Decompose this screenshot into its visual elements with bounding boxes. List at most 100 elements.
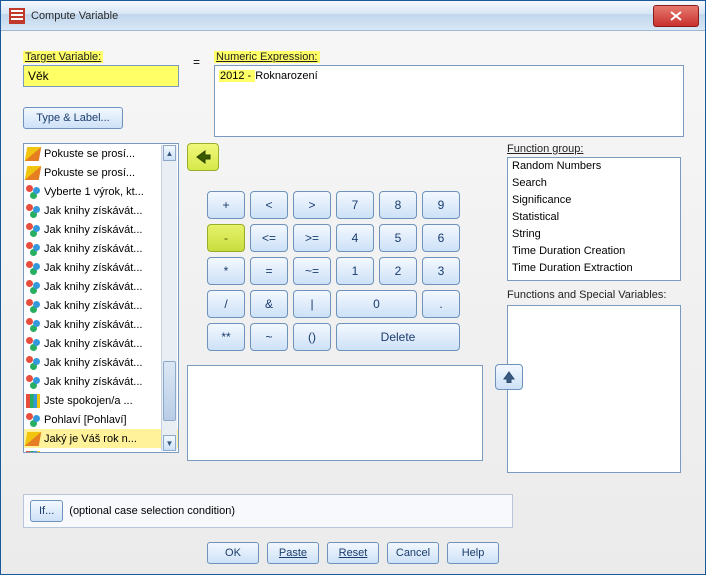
nominal-icon <box>26 242 40 256</box>
nominal-icon <box>26 375 40 389</box>
function-group-item[interactable]: Random Numbers <box>508 158 680 175</box>
variable-item[interactable]: Jaké je Vaše vzd... <box>24 448 178 453</box>
variable-item[interactable]: Jak knihy získávát... <box>24 372 178 391</box>
function-group-item[interactable]: Time Duration Creation <box>508 243 680 260</box>
variable-label: Jak knihy získávát... <box>44 262 142 274</box>
close-icon <box>670 11 682 21</box>
keypad-key-opop[interactable]: ** <box>207 323 245 351</box>
variable-label: Jaké je Vaše vzd... <box>44 452 136 454</box>
keypad-key-op[interactable]: < <box>250 191 288 219</box>
insert-function-button[interactable] <box>495 364 523 390</box>
close-button[interactable] <box>653 5 699 27</box>
scroll-down-icon[interactable]: ▼ <box>163 435 176 451</box>
keypad-key-8[interactable]: 8 <box>379 191 417 219</box>
title-bar[interactable]: Compute Variable <box>1 1 705 31</box>
variable-item[interactable]: Pokuste se prosí... <box>24 163 178 182</box>
function-group-item[interactable]: Search <box>508 175 680 192</box>
paste-button[interactable]: Paste <box>267 542 319 564</box>
target-variable-input[interactable] <box>23 65 179 87</box>
variable-item[interactable]: Jak knihy získávát... <box>24 239 178 258</box>
function-group-list[interactable]: Random NumbersSearchSignificanceStatisti… <box>507 157 681 281</box>
nominal-icon <box>26 299 40 313</box>
variable-label: Jak knihy získávát... <box>44 338 142 350</box>
keypad-key-opop[interactable]: () <box>293 323 331 351</box>
keypad-key-op[interactable]: | <box>293 290 331 318</box>
keypad-key-2[interactable]: 2 <box>379 257 417 285</box>
pencil-icon <box>25 432 41 446</box>
keypad-key-op[interactable]: - <box>207 224 245 252</box>
pencil-icon <box>25 166 41 180</box>
ok-button[interactable]: OK <box>207 542 259 564</box>
keypad-key-Delete[interactable]: Delete <box>336 323 460 351</box>
variable-label: Jak knihy získávát... <box>44 281 142 293</box>
variable-list[interactable]: Pokuste se prosí...Pokuste se prosí...Vy… <box>23 143 179 453</box>
variable-item[interactable]: Jak knihy získávát... <box>24 315 178 334</box>
scroll-up-icon[interactable]: ▲ <box>163 145 176 161</box>
keypad-key-0[interactable]: 0 <box>336 290 417 318</box>
if-condition-text: (optional case selection condition) <box>69 505 235 517</box>
variable-item[interactable]: Pokuste se prosí... <box>24 144 178 163</box>
keypad-key-op[interactable]: & <box>250 290 288 318</box>
function-group-item[interactable]: Time Duration Extraction <box>508 260 680 277</box>
nominal-icon <box>26 356 40 370</box>
app-icon <box>9 8 25 24</box>
variable-list-scrollbar[interactable]: ▲ ▼ <box>161 145 177 451</box>
keypad-key-5[interactable]: 5 <box>379 224 417 252</box>
keypad-key-1[interactable]: 1 <box>336 257 374 285</box>
type-and-label-button[interactable]: Type & Label... <box>23 107 123 129</box>
variable-item[interactable]: Jaký je Váš rok n... <box>24 429 178 448</box>
keypad-key-opop[interactable]: >= <box>293 224 331 252</box>
keypad-key-4[interactable]: 4 <box>336 224 374 252</box>
keypad-key-op[interactable]: . <box>422 290 460 318</box>
if-button[interactable]: If... <box>30 500 63 522</box>
variable-label: Pokuste se prosí... <box>44 148 135 160</box>
keypad-key-9[interactable]: 9 <box>422 191 460 219</box>
nominal-icon <box>26 337 40 351</box>
dialog-button-row: OK Paste Reset Cancel Help <box>1 542 705 564</box>
target-variable-label: Target Variable: <box>23 51 179 63</box>
keypad-key-opop[interactable]: <= <box>250 224 288 252</box>
variable-item[interactable]: Jak knihy získávát... <box>24 258 178 277</box>
keypad-key-6[interactable]: 6 <box>422 224 460 252</box>
nominal-icon <box>26 413 40 427</box>
window-title: Compute Variable <box>31 10 118 22</box>
pencil-icon <box>25 147 41 161</box>
variable-item[interactable]: Pohlaví [Pohlaví] <box>24 410 178 429</box>
variable-item[interactable]: Jak knihy získávát... <box>24 296 178 315</box>
reset-button[interactable]: Reset <box>327 542 379 564</box>
function-group-item[interactable]: Significance <box>508 192 680 209</box>
function-group-item[interactable]: String <box>508 226 680 243</box>
nominal-icon <box>26 318 40 332</box>
variable-item[interactable]: Vyberte 1 výrok, kt... <box>24 182 178 201</box>
variable-item[interactable]: Jak knihy získávát... <box>24 220 178 239</box>
scroll-thumb[interactable] <box>163 361 176 421</box>
variable-item[interactable]: Jak knihy získávát... <box>24 201 178 220</box>
variable-item[interactable]: Jak knihy získávát... <box>24 353 178 372</box>
help-button[interactable]: Help <box>447 542 499 564</box>
keypad-key-3[interactable]: 3 <box>422 257 460 285</box>
variable-item[interactable]: Jak knihy získávát... <box>24 334 178 353</box>
numeric-expression-label: Numeric Expression: <box>214 51 684 63</box>
arrow-up-icon <box>503 371 515 383</box>
function-group-item[interactable]: Statistical <box>508 209 680 226</box>
variable-label: Jak knihy získávát... <box>44 357 142 369</box>
numeric-expression-input[interactable]: 2012 - Roknarození <box>214 65 684 137</box>
calculator-keypad: +<>789 -<=>=456 *=~=123 /&|0. **~()Delete <box>207 191 460 351</box>
variable-item[interactable]: Jste spokojen/a ... <box>24 391 178 410</box>
variable-label: Jste spokojen/a ... <box>44 395 133 407</box>
keypad-key-op[interactable]: * <box>207 257 245 285</box>
cancel-button[interactable]: Cancel <box>387 542 439 564</box>
keypad-key-7[interactable]: 7 <box>336 191 374 219</box>
keypad-key-op[interactable]: / <box>207 290 245 318</box>
variable-item[interactable]: Jak knihy získávát... <box>24 277 178 296</box>
keypad-key-opop[interactable]: ~= <box>293 257 331 285</box>
description-box <box>187 365 483 461</box>
variable-label: Jaký je Váš rok n... <box>44 433 137 445</box>
bars-icon <box>26 394 40 408</box>
keypad-key-op[interactable]: > <box>293 191 331 219</box>
keypad-key-op[interactable]: = <box>250 257 288 285</box>
keypad-key-op[interactable]: + <box>207 191 245 219</box>
move-to-expression-button[interactable] <box>187 143 219 171</box>
keypad-key-op[interactable]: ~ <box>250 323 288 351</box>
functions-special-list[interactable] <box>507 305 681 473</box>
